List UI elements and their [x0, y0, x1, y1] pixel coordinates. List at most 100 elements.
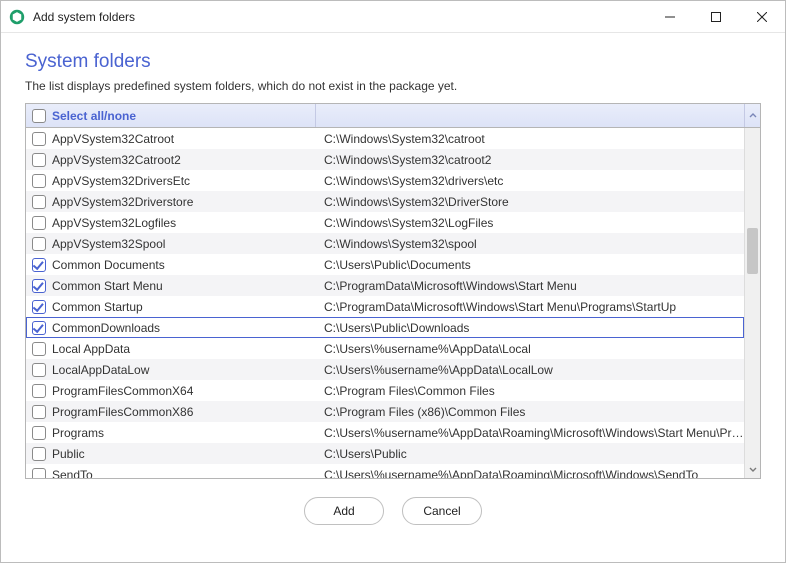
maximize-button[interactable]	[693, 1, 739, 32]
row-name-cell: CommonDownloads	[26, 321, 316, 335]
row-checkbox[interactable]	[32, 153, 46, 167]
minimize-button[interactable]	[647, 1, 693, 32]
row-name-cell: Local AppData	[26, 342, 316, 356]
row-checkbox[interactable]	[32, 447, 46, 461]
row-name-label: AppVSystem32Catroot	[52, 132, 174, 146]
cancel-button[interactable]: Cancel	[402, 497, 482, 525]
row-name-cell: AppVSystem32Catroot2	[26, 153, 316, 167]
table-row[interactable]: AppVSystem32Catroot C:\Windows\System32\c…	[26, 128, 744, 149]
scrollbar-thumb[interactable]	[747, 228, 758, 274]
table-rows: AppVSystem32Catroot C:\Windows\System32\c…	[26, 128, 744, 478]
row-name-label: LocalAppDataLow	[52, 363, 149, 377]
scrollbar-track[interactable]	[745, 128, 760, 462]
row-name-label: AppVSystem32Spool	[52, 237, 165, 251]
row-path-label: C:\Users\%username%\AppData\Local	[316, 342, 744, 356]
row-path-label: C:\Windows\System32\catroot	[316, 132, 744, 146]
row-checkbox[interactable]	[32, 426, 46, 440]
row-name-cell: Programs	[26, 426, 316, 440]
row-path-label: C:\Program Files\Common Files	[316, 384, 744, 398]
row-name-label: Public	[52, 447, 85, 461]
header-select-all-label: Select all/none	[52, 109, 136, 123]
row-name-cell: AppVSystem32Driverstore	[26, 195, 316, 209]
row-name-label: Local AppData	[52, 342, 130, 356]
row-checkbox[interactable]	[32, 405, 46, 419]
row-name-cell: AppVSystem32Catroot	[26, 132, 316, 146]
row-path-label: C:\Windows\System32\catroot2	[316, 153, 744, 167]
row-name-cell: AppVSystem32DriversEtc	[26, 174, 316, 188]
row-checkbox[interactable]	[32, 132, 46, 146]
row-name-label: AppVSystem32Logfiles	[52, 216, 176, 230]
app-icon	[9, 9, 25, 25]
table-row[interactable]: CommonDownloads C:\Users\Public\Downloads	[26, 317, 744, 338]
row-checkbox[interactable]	[32, 174, 46, 188]
row-name-label: SendTo	[52, 468, 93, 479]
header-select-all[interactable]: Select all/none	[26, 104, 316, 127]
table-row[interactable]: Common Start Menu C:\ProgramData\Microsof…	[26, 275, 744, 296]
row-path-label: C:\Program Files (x86)\Common Files	[316, 405, 744, 419]
row-checkbox[interactable]	[32, 384, 46, 398]
table-row[interactable]: Common StartupC:\ProgramData\Microsoft\W…	[26, 296, 744, 317]
row-checkbox[interactable]	[32, 363, 46, 377]
row-name-cell: ProgramFilesCommonX64	[26, 384, 316, 398]
row-path-label: C:\Windows\System32\spool	[316, 237, 744, 251]
row-checkbox[interactable]	[32, 258, 46, 272]
table-row[interactable]: Local AppData C:\Users\%username%\AppData…	[26, 338, 744, 359]
table-row[interactable]: LocalAppDataLow C:\Users\%username%\AppDa…	[26, 359, 744, 380]
table-row[interactable]: SendTo C:\Users\%username%\AppData\Roamin…	[26, 464, 744, 478]
table-header: Select all/none	[26, 104, 760, 128]
row-name-label: AppVSystem32Driverstore	[52, 195, 193, 209]
table-row[interactable]: AppVSystem32Spool C:\Windows\System32\spo…	[26, 233, 744, 254]
table-row[interactable]: AppVSystem32Logfiles C:\Windows\System32\…	[26, 212, 744, 233]
row-path-label: C:\ProgramData\Microsoft\Windows\Start M…	[316, 300, 744, 314]
table-row[interactable]: ProgramFilesCommonX86 C:\Program Files (x…	[26, 401, 744, 422]
row-path-label: C:\Users\%username%\AppData\LocalLow	[316, 363, 744, 377]
window-controls	[647, 1, 785, 32]
header-path-column[interactable]	[316, 104, 744, 127]
row-checkbox[interactable]	[32, 342, 46, 356]
table-row[interactable]: AppVSystem32DriversEtc C:\Windows\System3…	[26, 170, 744, 191]
row-name-cell: Common Start Menu	[26, 279, 316, 293]
row-name-label: AppVSystem32DriversEtc	[52, 174, 190, 188]
table-row[interactable]: AppVSystem32Catroot2 C:\Windows\System32\…	[26, 149, 744, 170]
close-button[interactable]	[739, 1, 785, 32]
row-name-label: Common Start Menu	[52, 279, 163, 293]
table-row[interactable]: AppVSystem32Driverstore C:\Windows\System…	[26, 191, 744, 212]
table-row[interactable]: PublicC:\Users\Public	[26, 443, 744, 464]
row-name-cell: Common Documents	[26, 258, 316, 272]
dialog-content: System folders The list displays predefi…	[1, 33, 785, 545]
window-title: Add system folders	[33, 10, 647, 24]
folders-table: Select all/none AppVSystem32Catroot C:\Wi…	[25, 103, 761, 479]
row-name-label: CommonDownloads	[52, 321, 160, 335]
row-checkbox[interactable]	[32, 321, 46, 335]
row-path-label: C:\Users\Public\Downloads	[316, 321, 744, 335]
add-button[interactable]: Add	[304, 497, 384, 525]
row-name-label: AppVSystem32Catroot2	[52, 153, 181, 167]
row-name-cell: Public	[26, 447, 316, 461]
row-checkbox[interactable]	[32, 237, 46, 251]
row-path-label: C:\ProgramData\Microsoft\Windows\Start M…	[316, 279, 744, 293]
row-checkbox[interactable]	[32, 468, 46, 479]
dialog-footer: Add Cancel	[25, 479, 761, 533]
row-path-label: C:\Windows\System32\DriverStore	[316, 195, 744, 209]
row-checkbox[interactable]	[32, 195, 46, 209]
row-path-label: C:\Windows\System32\drivers\etc	[316, 174, 744, 188]
page-title: System folders	[25, 51, 761, 73]
row-checkbox[interactable]	[32, 300, 46, 314]
row-name-cell: SendTo	[26, 468, 316, 479]
table-row[interactable]: ProgramsC:\Users\%username%\AppData\Roam…	[26, 422, 744, 443]
vertical-scrollbar[interactable]	[744, 128, 760, 478]
row-name-label: ProgramFilesCommonX64	[52, 384, 193, 398]
table-row[interactable]: ProgramFilesCommonX64 C:\Program Files\Co…	[26, 380, 744, 401]
row-path-label: C:\Users\Public\Documents	[316, 258, 744, 272]
header-scroll-gutter	[744, 104, 760, 127]
scrollbar-down-icon[interactable]	[745, 462, 760, 478]
row-checkbox[interactable]	[32, 279, 46, 293]
row-name-label: ProgramFilesCommonX86	[52, 405, 193, 419]
row-path-label: C:\Windows\System32\LogFiles	[316, 216, 744, 230]
row-path-label: C:\Users\%username%\AppData\Roaming\Micr…	[316, 468, 744, 479]
row-checkbox[interactable]	[32, 216, 46, 230]
titlebar: Add system folders	[1, 1, 785, 33]
row-name-cell: AppVSystem32Logfiles	[26, 216, 316, 230]
select-all-checkbox[interactable]	[32, 109, 46, 123]
table-row[interactable]: Common DocumentsC:\Users\Public\Document…	[26, 254, 744, 275]
